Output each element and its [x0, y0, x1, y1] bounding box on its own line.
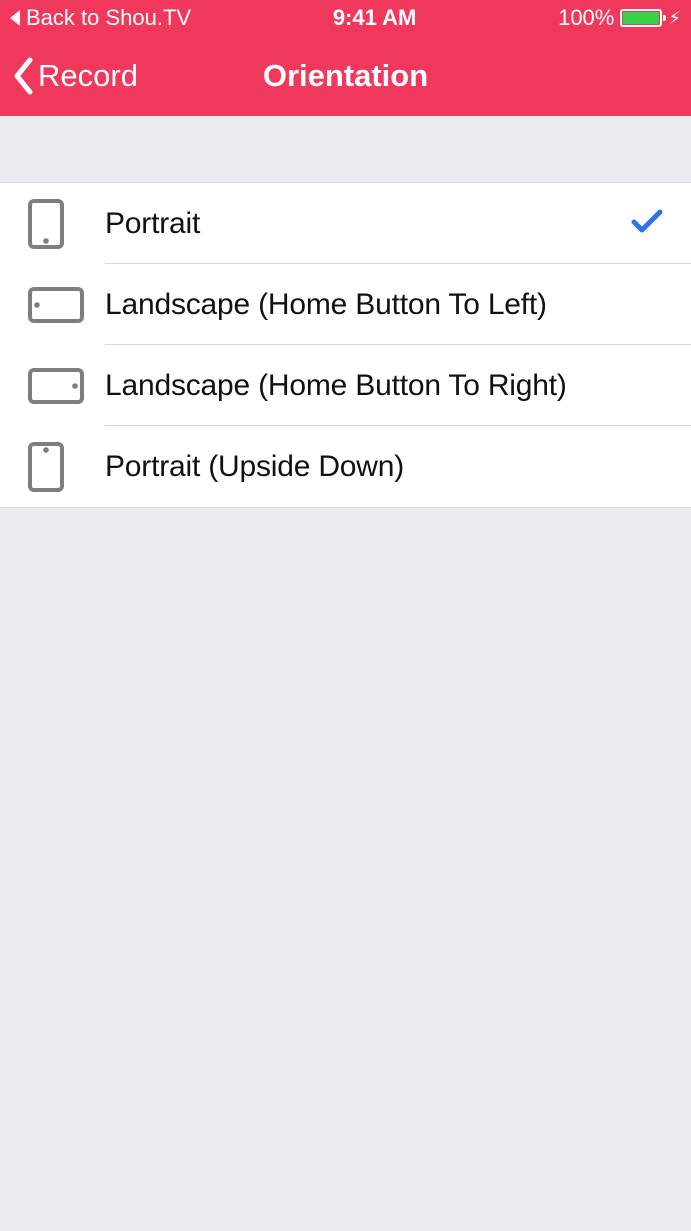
status-time: 9:41 AM [333, 5, 417, 31]
device-portrait-upside-icon [28, 442, 105, 492]
option-landscape-left[interactable]: Landscape (Home Button To Left) [0, 264, 691, 345]
back-button[interactable]: Record [12, 57, 138, 95]
option-label: Portrait (Upside Down) [105, 450, 663, 484]
back-label: Record [38, 58, 138, 94]
checkmark-icon [631, 208, 663, 239]
chevron-left-icon [12, 57, 34, 95]
charging-icon: ⚡︎ [668, 9, 681, 27]
back-caret-icon [10, 10, 20, 26]
status-bar-back[interactable]: Back to Shou.TV [10, 5, 191, 31]
nav-bar: Record Orientation [0, 36, 691, 116]
orientation-list: Portrait Landscape (Home Button To Left) [0, 182, 691, 508]
battery-icon [620, 9, 662, 27]
option-portrait-upside[interactable]: Portrait (Upside Down) [0, 426, 691, 507]
top-spacer [0, 116, 691, 182]
option-landscape-right[interactable]: Landscape (Home Button To Right) [0, 345, 691, 426]
status-back-label: Back to Shou.TV [26, 5, 191, 31]
device-landscape-left-icon [28, 287, 105, 323]
option-label: Landscape (Home Button To Right) [105, 369, 663, 403]
device-portrait-icon [28, 199, 105, 249]
status-right: 100% ⚡︎ [558, 5, 681, 31]
status-bar: Back to Shou.TV 9:41 AM 100% ⚡︎ [0, 0, 691, 36]
device-landscape-right-icon [28, 368, 105, 404]
option-portrait[interactable]: Portrait [0, 183, 691, 264]
battery-percent: 100% [558, 5, 614, 31]
option-label: Landscape (Home Button To Left) [105, 288, 663, 322]
option-label: Portrait [105, 207, 631, 241]
